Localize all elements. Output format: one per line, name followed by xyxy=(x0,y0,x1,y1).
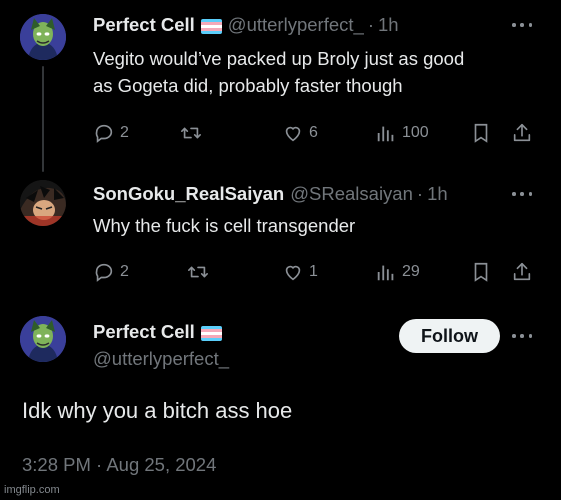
retweet-button[interactable] xyxy=(187,259,209,285)
reply-count: 2 xyxy=(120,124,129,141)
like-icon xyxy=(285,126,301,142)
bookmark-button[interactable] xyxy=(470,259,492,285)
watermark: imgflip.com xyxy=(4,484,60,496)
share-button[interactable] xyxy=(511,120,533,146)
tweet-text: Why the fuck is cell transgender xyxy=(93,212,355,239)
display-name[interactable]: Perfect Cell xyxy=(93,320,195,344)
separator-dot: · xyxy=(367,14,374,35)
thread-connector-line xyxy=(42,66,44,172)
view-count: 100 xyxy=(402,124,429,141)
user-handle[interactable]: @utterlyperfect_ xyxy=(228,13,364,37)
tweet-action-bar: 2 1 29 xyxy=(93,259,541,285)
more-icon[interactable] xyxy=(512,22,532,28)
tweet-header: SonGoku_RealSaiyan @SRealsaiyan · 1h xyxy=(93,182,448,206)
like-count: 6 xyxy=(309,124,318,141)
post-timestamp[interactable]: 3:28 PM · Aug 25, 2024 xyxy=(22,454,216,476)
tweet-thread-view: Perfect Cell @utterlyperfect_ · 1h Vegit… xyxy=(0,0,561,500)
user-handle[interactable]: @utterlyperfect_ xyxy=(93,347,229,371)
reply-count: 2 xyxy=(120,263,129,280)
bookmark-button[interactable] xyxy=(470,120,492,146)
reply-button[interactable]: 2 xyxy=(93,120,129,146)
bookmark-icon xyxy=(474,262,488,282)
tweet-text: Vegito would’ve packed up Broly just as … xyxy=(93,45,464,99)
follow-button[interactable]: Follow xyxy=(399,319,500,353)
reply-icon xyxy=(95,124,113,143)
separator-dot: · xyxy=(416,183,424,204)
avatar-songoku[interactable] xyxy=(20,180,66,226)
reply-button[interactable]: 2 xyxy=(93,259,129,285)
like-icon xyxy=(285,265,301,281)
tweet-header: Perfect Cell @utterlyperfect_ · 1h xyxy=(93,13,399,37)
user-handle[interactable]: @SRealsaiyan xyxy=(290,182,413,206)
tweet-text-line: Vegito would’ve packed up Broly just as … xyxy=(93,48,465,69)
share-button[interactable] xyxy=(511,259,533,285)
transgender-flag-icon xyxy=(200,18,222,34)
transgender-flag-icon xyxy=(200,325,222,341)
share-icon xyxy=(513,262,531,281)
retweet-icon xyxy=(188,266,208,278)
views-icon xyxy=(377,126,394,142)
like-button[interactable]: 6 xyxy=(282,120,318,146)
reply-icon xyxy=(95,263,113,282)
views-icon xyxy=(377,265,394,281)
main-post-handle-row: @utterlyperfect_ xyxy=(93,347,229,371)
main-post-text: Idk why you a bitch ass hoe xyxy=(22,398,293,423)
views-button[interactable]: 29 xyxy=(375,259,420,285)
views-button[interactable]: 100 xyxy=(375,120,429,146)
post-time[interactable]: 1h xyxy=(427,182,448,206)
tweet-text-line: Why the fuck is cell transgender xyxy=(93,215,356,236)
bookmark-icon xyxy=(474,123,488,143)
avatar-perfect-cell[interactable] xyxy=(20,14,66,60)
more-icon[interactable] xyxy=(512,333,532,339)
display-name[interactable]: Perfect Cell xyxy=(93,13,195,37)
share-icon xyxy=(513,123,531,142)
view-count: 29 xyxy=(402,263,420,280)
tweet-action-bar: 2 6 100 xyxy=(93,120,541,146)
more-icon[interactable] xyxy=(512,191,532,197)
tweet-text-line: as Gogeta did, probably faster though xyxy=(93,75,403,96)
main-post-header: Perfect Cell xyxy=(93,320,222,344)
like-button[interactable]: 1 xyxy=(282,259,318,285)
display-name[interactable]: SonGoku_RealSaiyan xyxy=(93,182,284,206)
avatar-perfect-cell[interactable] xyxy=(20,316,66,362)
like-count: 1 xyxy=(309,263,318,280)
retweet-icon xyxy=(181,127,201,139)
retweet-button[interactable] xyxy=(180,120,202,146)
post-time[interactable]: 1h xyxy=(378,13,399,37)
